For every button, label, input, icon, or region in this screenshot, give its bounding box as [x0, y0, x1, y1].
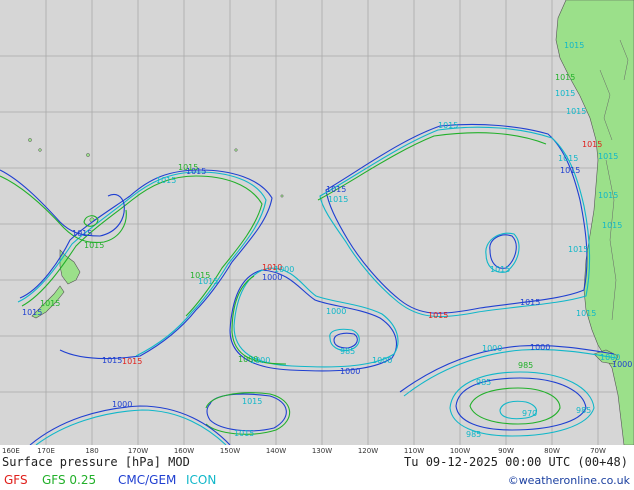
isobar-label: 1015	[490, 265, 510, 274]
isobar-label: 1000	[262, 273, 282, 282]
lon-label: 120W	[357, 447, 379, 455]
isobar-label: 1015	[40, 299, 60, 308]
isobar-label: 1000	[326, 307, 346, 316]
lon-label: 130W	[311, 447, 333, 455]
isobar-label: 1015	[576, 309, 596, 318]
isobar-label: 1015	[602, 221, 622, 230]
isobar-label: 1015	[156, 176, 176, 185]
ocean	[0, 0, 634, 445]
isobar-label: 1015	[178, 163, 198, 172]
model-cmc-gem-link[interactable]: CMC/GEM	[118, 473, 176, 487]
map-canvas: 1015 1015 1015 1015 1015 1015 1015 1015 …	[0, 0, 634, 445]
isobar-label: 1015	[598, 152, 618, 161]
isobar-label: 1000	[372, 356, 392, 365]
model-legend: GFS GFS 0.25 CMC/GEM ICON ©weatheronline…	[0, 473, 634, 489]
isobar-label: 1000	[612, 360, 632, 369]
lon-label: 170E	[37, 447, 55, 455]
isobar-label: 1015	[520, 298, 540, 307]
isobar-label: 1015	[566, 107, 586, 116]
lon-label: 170W	[127, 447, 149, 455]
isobar-label: 1015	[326, 185, 346, 194]
isobar-label: 1015	[558, 154, 578, 163]
lon-label: 90W	[498, 447, 514, 455]
isobar-label: 1000	[112, 400, 132, 409]
lon-label: 110W	[403, 447, 425, 455]
isobar-label: 1000	[340, 367, 360, 376]
isobar-label: 985	[476, 378, 491, 387]
isobar-label: 1015	[102, 356, 122, 365]
map-title: Surface pressure [hPa] MOD	[2, 455, 190, 469]
isobar-label: 1015	[198, 277, 218, 286]
isobar-label: 1015	[560, 166, 580, 175]
isobar-label: 1015	[122, 357, 142, 366]
isobar-label: 1015	[564, 41, 584, 50]
isobar-label: 1000	[530, 343, 550, 352]
credit-link[interactable]: ©weatheronline.co.uk	[508, 474, 630, 487]
valid-time: Tu 09-12-2025 00:00 UTC (00+48)	[404, 455, 628, 469]
isobar-label: 970	[522, 409, 537, 418]
isobar-label: 1015	[84, 241, 104, 250]
lon-label: 150W	[219, 447, 241, 455]
isobar-label: 1015	[568, 245, 588, 254]
isobar-label: 1015	[328, 195, 348, 204]
isobar-label: 985	[340, 347, 355, 356]
isobar-label: 1015	[438, 121, 458, 130]
lon-label: 180	[85, 447, 99, 455]
model-icon-link[interactable]: ICON	[186, 473, 216, 487]
isobar-label: 1000	[250, 356, 270, 365]
isobar-label: 1015	[22, 308, 42, 317]
model-gfs-link[interactable]: GFS	[4, 473, 28, 487]
lon-label: 160W	[173, 447, 195, 455]
lon-label: 80W	[544, 447, 560, 455]
lon-label: 100W	[449, 447, 471, 455]
lon-label: 70W	[590, 447, 606, 455]
isobar-label: 1000	[482, 344, 502, 353]
isobar-label: 1015	[598, 191, 618, 200]
isobar-label: 1015	[555, 73, 575, 82]
title-bar: Surface pressure [hPa] MOD Tu 09-12-2025…	[0, 455, 634, 471]
pressure-map: 1015 1015 1015 1015 1015 1015 1015 1015 …	[0, 0, 634, 445]
isobar-label: 1015	[555, 89, 575, 98]
isobar-label: 1015	[234, 429, 254, 438]
isobar-label: 985	[466, 430, 481, 439]
model-gfs025-link[interactable]: GFS 0.25	[42, 473, 96, 487]
isobar-label: 1015	[242, 397, 262, 406]
isobar-label: 985	[518, 361, 533, 370]
lon-label: 140W	[265, 447, 287, 455]
isobar-label: 1015	[428, 311, 448, 320]
isobar-label: 1015	[582, 140, 602, 149]
lon-label: 160E	[2, 447, 20, 455]
isobar-label: 1015	[72, 229, 92, 238]
isobar-label: 985	[576, 406, 591, 415]
